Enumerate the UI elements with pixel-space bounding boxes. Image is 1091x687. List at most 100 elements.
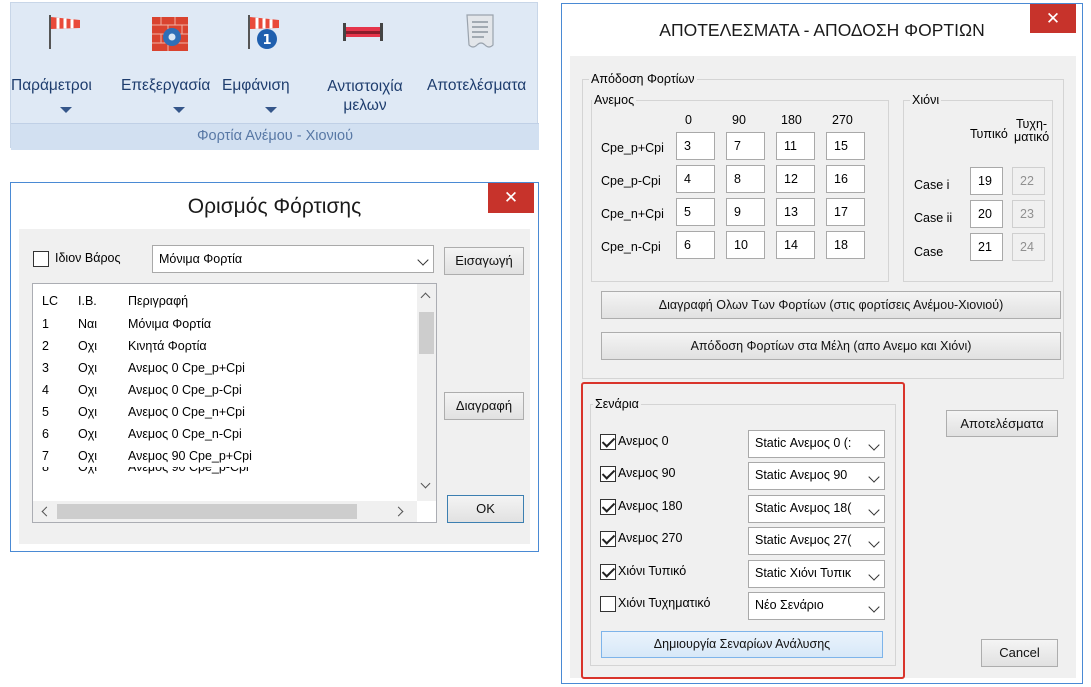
snow-col-typical: Τυπικό — [970, 127, 1008, 141]
scenario-checkbox[interactable] — [600, 434, 616, 450]
list-item[interactable]: 6 Οχι Ανεμος 0 Cpe_n-Cpi — [33, 423, 403, 445]
horizontal-scrollbar[interactable] — [33, 501, 417, 522]
loading-dialog-title: Ορισμός Φόρτισης — [187, 195, 362, 218]
load-assignment-group-title: Απόδοση Φορτίων — [589, 71, 697, 87]
list-item[interactable]: 8 Οχι Ανεμος 90 Cpe_p-Cpi — [33, 467, 403, 479]
scrollbar-thumb[interactable] — [57, 504, 357, 519]
scenario-checkbox[interactable] — [600, 564, 616, 580]
cell-lc: 2 — [42, 339, 49, 353]
scenario-label: Χιόνι Τυπικό — [618, 564, 687, 578]
member-bar-icon — [343, 23, 383, 41]
chevron-down-icon — [868, 601, 880, 613]
snow-row-label: Case — [914, 245, 944, 259]
wind-load-case-field[interactable]: 15 — [826, 132, 865, 160]
wind-load-case-field[interactable]: 3 — [676, 132, 715, 160]
scenario-checkbox[interactable] — [600, 531, 616, 547]
wind-load-case-field[interactable]: 7 — [726, 132, 765, 160]
load-case-list: LC I.B. Περιγραφή 1 Ναι Μόνιμα Φορτία 2 … — [32, 283, 437, 523]
wind-row-label: Cpe_p+Cpi — [601, 141, 664, 155]
wind-row-label: Cpe_p-Cpi — [601, 174, 661, 188]
snow-typical-field[interactable]: 21 — [970, 233, 1003, 261]
cell-description: Ανεμος 90 Cpe_p-Cpi — [128, 467, 249, 474]
cell-ib: Οχι — [78, 361, 98, 375]
scroll-left-icon[interactable] — [41, 506, 52, 517]
scenario-select-value: Static Ανεμος 0 (: — [755, 436, 852, 450]
cancel-button[interactable]: Cancel — [981, 639, 1058, 667]
ribbon-button-view[interactable]: 1 Εμφάνιση — [222, 11, 307, 115]
ribbon-button-results[interactable]: Αποτελέσματα — [423, 11, 539, 115]
chevron-down-icon — [868, 471, 880, 483]
ribbon-button-parameters[interactable]: Παράμετροι — [11, 11, 121, 115]
column-header-ib[interactable]: I.B. — [78, 290, 97, 312]
wind-load-case-field[interactable]: 18 — [826, 231, 865, 259]
column-header-lc[interactable]: LC — [42, 290, 58, 312]
scenario-label: Ανεμος 180 — [618, 499, 683, 513]
wind-load-case-field[interactable]: 11 — [776, 132, 815, 160]
cell-ib: Ναι — [78, 317, 98, 331]
load-assignment-group: Απόδοση Φορτίων Ανεμος 0 90 180 270 Cpe_… — [582, 71, 1064, 379]
load-type-select[interactable]: Μόνιμα Φορτία — [152, 245, 434, 273]
scroll-up-icon[interactable] — [420, 292, 431, 303]
list-item[interactable]: 7 Οχι Ανεμος 90 Cpe_p+Cpi — [33, 445, 403, 467]
scenario-label: Χιόνι Τυχηματικό — [618, 596, 711, 610]
results-dialog: ΑΠΟΤΕΛΕΣΜΑΤΑ - ΑΠΟΔΟΣΗ ΦΟΡΤΙΩΝ ✕ Απόδοση… — [561, 3, 1083, 684]
loading-dialog-body: Ιδιον Βάρος Μόνιμα Φορτία Εισαγωγή LC I.… — [19, 229, 530, 544]
scrollbar-thumb[interactable] — [419, 312, 434, 354]
vertical-scrollbar[interactable] — [417, 284, 436, 501]
scenario-select[interactable]: Static Ανεμος 18( — [748, 495, 885, 523]
scenario-select[interactable]: Νέο Σενάριο — [748, 592, 885, 620]
insert-button[interactable]: Εισαγωγή — [444, 247, 524, 275]
wind-load-case-field[interactable]: 5 — [676, 198, 715, 226]
windsock-info-icon: 1 — [248, 15, 279, 49]
ok-button[interactable]: OK — [447, 495, 524, 523]
wind-load-case-field[interactable]: 16 — [826, 165, 865, 193]
list-item[interactable]: 3 Οχι Ανεμος 0 Cpe_p+Cpi — [33, 357, 403, 379]
scenario-checkbox[interactable] — [600, 596, 616, 612]
svg-text:1: 1 — [262, 33, 271, 48]
snow-col-accidental-line1: Τυχη- — [1016, 117, 1048, 131]
scenario-select[interactable]: Static Ανεμος 0 (: — [748, 430, 885, 458]
ribbon-button-edit[interactable]: Επεξεργασία — [121, 11, 222, 115]
scenario-select[interactable]: Static Χιόνι Τυπικ — [748, 560, 885, 588]
cell-description: Ανεμος 0 Cpe_p+Cpi — [128, 361, 245, 375]
create-scenarios-button[interactable]: Δημιουργία Σεναρίων Ανάλυσης — [601, 631, 883, 658]
wind-group: Ανεμος 0 90 180 270 Cpe_p+Cpi 3 7 11 15 … — [591, 92, 889, 282]
list-item[interactable]: 1 Ναι Μόνιμα Φορτία — [33, 313, 403, 335]
assign-loads-button[interactable]: Απόδοση Φορτίων στα Μέλη (απο Ανεμο και … — [601, 332, 1061, 360]
results-button[interactable]: Αποτελέσματα — [946, 410, 1058, 437]
delete-all-loads-button[interactable]: Διαγραφή Ολων Των Φορτίων (στις φορτίσει… — [601, 291, 1061, 319]
wind-load-case-field[interactable]: 13 — [776, 198, 815, 226]
scenario-label: Ανεμος 270 — [618, 531, 683, 545]
wind-load-case-field[interactable]: 14 — [776, 231, 815, 259]
wind-load-case-field[interactable]: 9 — [726, 198, 765, 226]
scenario-checkbox[interactable] — [600, 466, 616, 482]
snow-typical-field[interactable]: 20 — [970, 200, 1003, 228]
list-item[interactable]: 5 Οχι Ανεμος 0 Cpe_n+Cpi — [33, 401, 403, 423]
scenario-checkbox[interactable] — [600, 499, 616, 515]
scroll-right-icon[interactable] — [393, 506, 404, 517]
delete-button[interactable]: Διαγραφή — [444, 392, 524, 420]
scenario-select[interactable]: Static Ανεμος 27( — [748, 527, 885, 555]
scroll-down-icon[interactable] — [420, 478, 431, 489]
list-item[interactable]: 4 Οχι Ανεμος 0 Cpe_p-Cpi — [33, 379, 403, 401]
scenarios-group: Σενάρια Ανεμος 0 Static Ανεμος 0 (: Ανεμ… — [590, 396, 896, 666]
cell-lc: 8 — [42, 467, 49, 474]
cell-description: Ανεμος 0 Cpe_n-Cpi — [128, 427, 242, 441]
scenario-select[interactable]: Static Ανεμος 90 — [748, 462, 885, 490]
list-item[interactable]: 2 Οχι Κινητά Φορτία — [33, 335, 403, 357]
wind-load-case-field[interactable]: 8 — [726, 165, 765, 193]
ribbon-button-member-mapping[interactable]: Αντιστοιχία μελων — [307, 11, 423, 115]
self-weight-checkbox[interactable] — [33, 251, 49, 267]
column-header-description[interactable]: Περιγραφή — [128, 290, 188, 312]
cell-description: Μόνιμα Φορτία — [128, 317, 212, 331]
wind-load-case-field[interactable]: 17 — [826, 198, 865, 226]
wind-load-case-field[interactable]: 12 — [776, 165, 815, 193]
snow-typical-field[interactable]: 19 — [970, 167, 1003, 195]
chevron-down-icon — [265, 107, 277, 113]
wind-load-case-field[interactable]: 10 — [726, 231, 765, 259]
wind-load-case-field[interactable]: 6 — [676, 231, 715, 259]
wind-load-case-field[interactable]: 4 — [676, 165, 715, 193]
close-icon[interactable]: ✕ — [1030, 4, 1076, 33]
close-icon[interactable]: ✕ — [488, 183, 534, 213]
snow-accidental-field: 24 — [1012, 233, 1045, 261]
